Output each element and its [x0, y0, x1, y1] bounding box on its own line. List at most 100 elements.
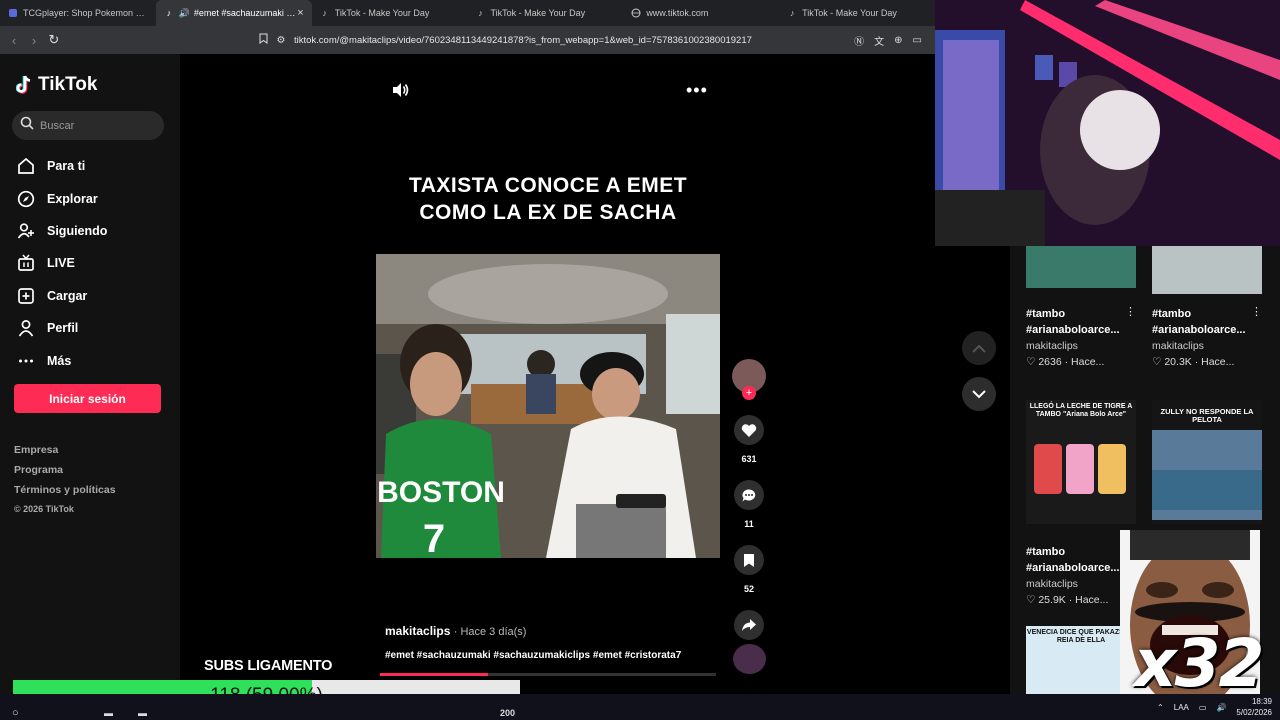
footer-link-programa[interactable]: Programa	[14, 464, 116, 484]
sidebar-item-perfil[interactable]: Perfil	[16, 312, 107, 344]
clock[interactable]: 18:39 5/02/2026	[1236, 696, 1272, 718]
globe-icon	[631, 8, 641, 18]
comment-icon[interactable]	[734, 480, 764, 510]
search-icon	[20, 116, 34, 135]
related-tag[interactable]: #tambo	[1026, 306, 1138, 322]
related-tag[interactable]: #arianaboloarce...	[1152, 322, 1264, 338]
video-player-area: ••• TAXISTA CONOCE A EMET COMO LA EX DE …	[180, 54, 1010, 694]
search-icon[interactable]: ○	[12, 707, 19, 719]
reload-icon[interactable]: ↻	[44, 32, 64, 48]
address-bar-row: ‹ › ↻ ⚙ tiktok.com/@makitaclips/video/76…	[0, 26, 935, 54]
sidebar-item-label: Explorar	[47, 191, 98, 206]
sidebar-item-label: Para ti	[47, 159, 86, 174]
heart-outline-icon: ♡	[1152, 356, 1162, 368]
related-video-card[interactable]: #tambo #arianaboloarce... ⋮ makitaclips …	[1152, 246, 1264, 368]
related-thumbnail[interactable]: ZULLY NO RESPONDE LA PELOTA	[1152, 400, 1262, 524]
bookmark-icon[interactable]	[254, 33, 272, 47]
kebab-menu-icon[interactable]: ⋮	[1125, 305, 1136, 318]
video-title: TAXISTA CONOCE A EMET COMO LA EX DE SACH…	[408, 174, 688, 224]
tcgplayer-icon	[8, 8, 18, 18]
sidebar-item-para-ti[interactable]: Para ti	[16, 150, 107, 182]
related-thumbnail[interactable]	[1026, 246, 1136, 288]
related-video-card[interactable]: ZULLY NO RESPONDE LA PELOTA	[1152, 400, 1264, 524]
keyboard-language[interactable]: LAA	[1174, 703, 1189, 712]
browser-tab[interactable]: www.tiktok.com	[623, 0, 779, 26]
volume-icon[interactable]	[390, 80, 410, 100]
cast-icon[interactable]: ▭	[913, 35, 922, 46]
sidebar-nav: Para ti Explorar Siguiendo LIVE Cargar P…	[16, 150, 107, 377]
related-tag[interactable]: #arianaboloarce...	[1026, 322, 1138, 338]
multiplier-text: x32	[1134, 625, 1264, 702]
back-icon[interactable]: ‹	[4, 33, 24, 48]
translate-icon[interactable]: 文	[874, 33, 884, 48]
comment-action[interactable]: 11	[732, 480, 766, 529]
subs-goal-label: SUBS LIGAMENTO	[204, 658, 333, 674]
follow-plus-icon[interactable]: +	[742, 386, 756, 400]
url-text: tiktok.com/@makitaclips/video/7602348113…	[294, 34, 752, 46]
comment-count: 11	[744, 519, 754, 529]
upload-icon	[16, 286, 36, 306]
tray-chevron-icon[interactable]: ⌃	[1157, 703, 1164, 712]
next-video-button[interactable]	[962, 377, 996, 411]
video-actions: + 631 11 52 13	[732, 359, 766, 659]
tab-label: TikTok - Make Your Day	[802, 8, 897, 18]
sidebar-item-label: Perfil	[47, 321, 79, 336]
sidebar-item-label: Cargar	[47, 288, 88, 303]
tiktok-sidebar: TikTok Para ti Explorar Siguiendo LIVE C…	[0, 54, 180, 694]
system-tray: ⌃ LAA ▭ 🔊 18:39 5/02/2026	[1157, 694, 1272, 720]
tab-label: TCGplayer: Shop Pokemon Cards, Pa	[23, 8, 148, 18]
taskbar-app-icon[interactable]: ▬	[104, 708, 113, 718]
save-action[interactable]: 52	[732, 545, 766, 594]
bookmark-icon[interactable]	[734, 545, 764, 575]
next-video-avatar[interactable]	[733, 644, 766, 674]
more-options-icon[interactable]: •••	[686, 80, 708, 101]
video-frame[interactable]: BOSTON 7	[376, 254, 720, 558]
browser-tab-active[interactable]: ♪ 🔊 #emet #sachauzumaki #sacha ×	[155, 0, 312, 26]
sidebar-item-live[interactable]: LIVE	[16, 247, 107, 279]
reading-mode-icon[interactable]: Ⓝ	[854, 33, 864, 48]
related-thumbnail[interactable]	[1152, 246, 1262, 294]
sidebar-item-siguiendo[interactable]: Siguiendo	[16, 215, 107, 247]
svg-text:7: 7	[423, 517, 445, 558]
related-thumbnail[interactable]: LLEGÓ LA LECHE DE TIGRE A TAMBO "Ariana …	[1026, 400, 1136, 524]
browser-tab[interactable]: ♪ TikTok - Make Your Day	[312, 0, 468, 26]
heart-icon[interactable]	[734, 415, 764, 445]
tiktok-logo[interactable]: TikTok	[15, 74, 97, 96]
share-icon[interactable]	[734, 610, 764, 640]
related-video-card[interactable]: #tambo #arianaboloarce... ⋮ makitaclips …	[1026, 246, 1138, 368]
sidebar-item-explorar[interactable]: Explorar	[16, 182, 107, 214]
forward-icon[interactable]: ›	[24, 33, 44, 48]
taskbar-app-icon[interactable]: ▬	[138, 708, 147, 718]
browser-tab[interactable]: ♪ TikTok - Make Your Day	[467, 0, 623, 26]
author-avatar[interactable]: +	[732, 359, 766, 400]
search-input[interactable]	[40, 119, 150, 132]
login-button[interactable]: Iniciar sesión	[14, 384, 161, 413]
kebab-menu-icon[interactable]: ⋮	[1251, 305, 1262, 318]
footer-link-empresa[interactable]: Empresa	[14, 444, 116, 464]
related-author: makitaclips	[1026, 340, 1078, 352]
search-box[interactable]	[12, 111, 164, 140]
site-settings-icon[interactable]: ⚙	[272, 35, 290, 46]
tiktok-logo-icon	[15, 75, 34, 95]
video-hashtags[interactable]: #emet #sachauzumaki #sachauzumakiclips #…	[385, 650, 681, 661]
url-field[interactable]: ⚙ tiktok.com/@makitaclips/video/76023481…	[254, 30, 930, 50]
related-tag[interactable]: #tambo	[1152, 306, 1264, 322]
previous-video-button[interactable]	[962, 331, 996, 365]
sidebar-item-label: Más	[47, 353, 72, 368]
browser-tab[interactable]: ♪ TikTok - Make Your Day	[779, 0, 935, 26]
video-progress-bar[interactable]	[380, 673, 716, 676]
heart-outline-icon: ♡	[1026, 594, 1036, 606]
close-tab-icon[interactable]: ×	[297, 7, 303, 19]
sidebar-item-cargar[interactable]: Cargar	[16, 280, 107, 312]
author-name[interactable]: makitaclips	[385, 624, 450, 638]
tab-label: www.tiktok.com	[646, 8, 709, 18]
tiktok-icon: ♪	[478, 8, 483, 18]
like-action[interactable]: 631	[732, 415, 766, 464]
taskbar-counter: 200	[500, 708, 516, 718]
zoom-icon[interactable]: ⊕	[894, 35, 902, 46]
sidebar-item-mas[interactable]: Más	[16, 344, 107, 376]
network-icon[interactable]: ▭	[1199, 703, 1207, 712]
footer-link-terminos[interactable]: Términos y políticas	[14, 484, 116, 504]
volume-icon[interactable]: 🔊	[1216, 703, 1226, 712]
browser-tab-tcgplayer[interactable]: TCGplayer: Shop Pokemon Cards, Pa	[0, 0, 156, 26]
